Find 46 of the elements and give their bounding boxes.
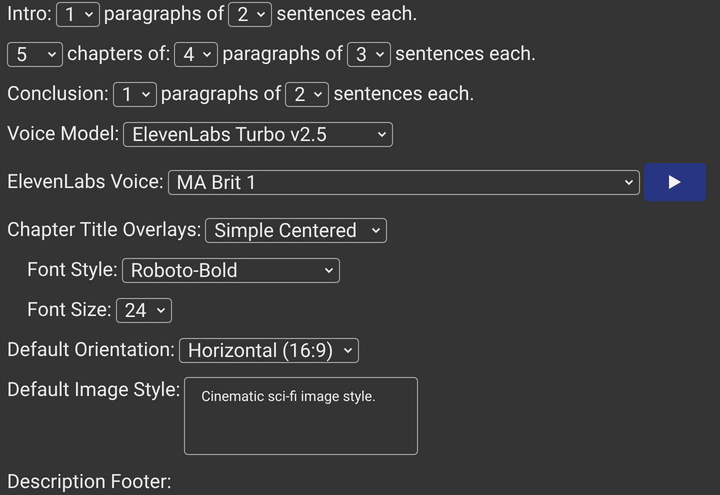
dropdown[interactable]: Roboto-Bold	[122, 258, 340, 282]
chevron-down-icon	[324, 266, 334, 274]
field-label: paragraphs of	[160, 83, 282, 105]
chevron-down-icon	[624, 178, 634, 186]
chevron-down-icon	[377, 130, 388, 138]
field-label: Default Orientation:	[7, 339, 175, 361]
chevron-down-icon	[156, 306, 166, 314]
chevron-down-icon	[202, 50, 212, 58]
dropdown[interactable]: MA Brit 1	[168, 170, 640, 194]
field-label: Chapter Title Overlays:	[7, 219, 202, 241]
chevron-down-icon	[47, 50, 57, 58]
chevron-down-icon	[256, 10, 266, 18]
play-icon	[668, 175, 681, 189]
field-label: Font Style:	[27, 259, 118, 281]
text-area-field[interactable]: Cinematic sci-fi image style.	[184, 377, 418, 455]
dropdown[interactable]: 4	[174, 42, 218, 66]
dropdown[interactable]: 2	[228, 2, 272, 26]
play-button[interactable]	[644, 163, 706, 201]
chevron-down-icon	[375, 50, 386, 58]
field-label: ElevenLabs Voice:	[7, 171, 164, 193]
dropdown[interactable]: 2	[285, 82, 330, 106]
field-label: Default Image Style:	[7, 379, 180, 401]
field-label: paragraphs of	[104, 3, 224, 25]
field-label: Conclusion:	[7, 83, 109, 105]
chevron-down-icon	[371, 226, 382, 234]
chevron-down-icon	[84, 10, 94, 18]
dropdown[interactable]: 3	[347, 42, 392, 66]
field-label: sentences each.	[276, 3, 418, 25]
field-label: sentences each.	[333, 83, 475, 105]
chevron-down-icon	[313, 90, 324, 98]
dropdown[interactable]: 1	[56, 2, 100, 26]
field-label: paragraphs of	[222, 43, 344, 65]
dropdown[interactable]: Simple Centered	[205, 218, 388, 242]
field-label: Intro:	[7, 3, 52, 25]
field-label: Description Footer:	[7, 471, 172, 493]
dropdown[interactable]: 1	[112, 82, 157, 106]
dropdown[interactable]: ElevenLabs Turbo v2.5	[123, 122, 394, 146]
chevron-down-icon	[342, 346, 353, 354]
dropdown[interactable]: 24	[116, 298, 172, 322]
field-label: Font Size:	[27, 299, 112, 321]
chevron-down-icon	[140, 90, 151, 98]
dropdown[interactable]: Horizontal (16:9)	[178, 338, 359, 362]
field-label: chapters of:	[67, 43, 170, 65]
dropdown[interactable]: 5	[7, 42, 63, 66]
field-label: sentences each.	[395, 43, 536, 65]
field-label: Voice Model:	[7, 123, 120, 145]
